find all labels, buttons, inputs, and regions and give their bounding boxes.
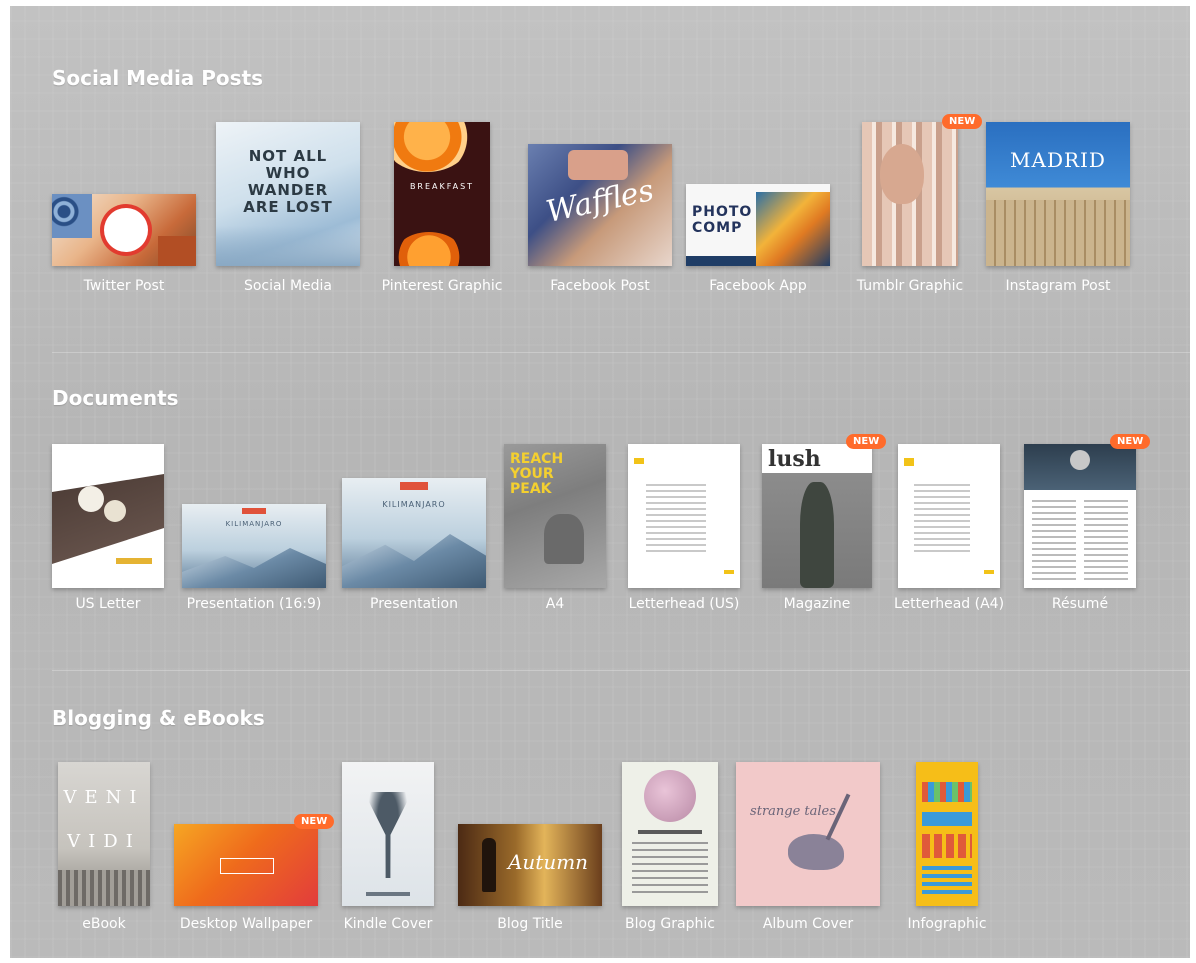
instagram-post-thumbnail: MADRID xyxy=(986,122,1130,266)
ebook-label: eBook xyxy=(82,916,126,932)
social-media-label: Social Media xyxy=(243,278,332,294)
facebook-app-label: Facebook App xyxy=(709,278,807,294)
social-media-thumb-text: NOT ALL WHO WANDER ARE LOST xyxy=(243,147,333,216)
desktop-wallpaper-thumbnail xyxy=(174,824,318,906)
desktop-wallpaper-label: Desktop Wallpaper xyxy=(179,916,313,932)
blog-title-label: Blog Title xyxy=(497,916,563,932)
presentation-16-9-thumb-text: KILIMANJARO xyxy=(225,520,283,528)
presentation-label: Presentation xyxy=(370,596,458,612)
resume-thumbnail xyxy=(1024,444,1136,588)
presentation-16-9-label: Presentation (16:9) xyxy=(186,596,322,612)
presentation-16-9-thumbnail: KILIMANJARO xyxy=(182,504,326,588)
instagram-post-thumb-text: MADRID xyxy=(1010,148,1106,172)
blog-title-thumb-text: Autumn xyxy=(507,850,589,874)
facebook-post-thumb-text: Waffles xyxy=(543,173,657,230)
blog-title-thumbnail: Autumn xyxy=(458,824,602,906)
facebook-app-thumbnail: PHOTO COMP xyxy=(686,184,830,266)
instagram-post-label: Instagram Post xyxy=(1005,278,1111,294)
pinterest-graphic-label: Pinterest Graphic xyxy=(381,278,503,294)
resume-new-badge: NEW xyxy=(1110,434,1151,449)
infographic-label: Infographic xyxy=(907,916,987,932)
resume-label: Résumé xyxy=(1051,596,1109,612)
a4-thumbnail: REACH YOUR PEAK xyxy=(504,444,606,588)
desktop-wallpaper-new-badge: NEW xyxy=(294,814,335,829)
blog-graphic-label: Blog Graphic xyxy=(625,916,715,932)
us-letter-thumbnail xyxy=(52,444,164,588)
section-divider xyxy=(52,352,1190,353)
section-title-social-media-posts: Social Media Posts xyxy=(52,66,264,90)
album-cover-thumbnail: strange tales xyxy=(736,762,880,906)
facebook-post-label: Facebook Post xyxy=(550,278,650,294)
section-title-documents: Documents xyxy=(52,386,179,410)
facebook-app-thumb-text: PHOTO COMP xyxy=(692,204,753,236)
design-type-gallery: Social Media Posts Twitter Post NOT ALL … xyxy=(10,6,1190,958)
a4-thumb-text: REACH YOUR PEAK xyxy=(510,451,564,497)
twitter-post-thumbnail xyxy=(52,194,196,266)
tumblr-graphic-label: Tumblr Graphic xyxy=(856,278,964,294)
magazine-new-badge: NEW xyxy=(846,434,887,449)
us-letter-label: US Letter xyxy=(75,596,141,612)
pinterest-graphic-thumb-text: BREAKFAST xyxy=(409,182,475,191)
presentation-thumbnail: KILIMANJARO xyxy=(342,478,486,588)
twitter-post-label: Twitter Post xyxy=(83,278,165,294)
magazine-thumbnail: lush xyxy=(762,444,872,588)
kindle-cover-thumbnail xyxy=(342,762,434,906)
blog-graphic-thumbnail xyxy=(622,762,718,906)
tumblr-graphic-thumbnail xyxy=(862,122,958,266)
pinterest-graphic-thumbnail: BREAKFAST xyxy=(394,122,490,266)
section-divider xyxy=(52,670,1190,671)
letterhead-us-thumbnail xyxy=(628,444,740,588)
facebook-post-thumbnail: Waffles xyxy=(528,144,672,266)
ebook-thumb-text: VENI VIDI xyxy=(63,787,145,852)
letterhead-a4-thumbnail xyxy=(898,444,1000,588)
ebook-thumbnail: VENI VIDI xyxy=(58,762,150,906)
tumblr-graphic-new-badge: NEW xyxy=(942,114,983,129)
presentation-thumb-text: KILIMANJARO xyxy=(382,500,446,509)
album-cover-label: Album Cover xyxy=(762,916,854,932)
section-title-blogging-ebooks: Blogging & eBooks xyxy=(52,706,265,730)
social-media-thumbnail: NOT ALL WHO WANDER ARE LOST xyxy=(216,122,360,266)
album-cover-thumb-text: strange tales xyxy=(750,804,836,819)
kindle-cover-label: Kindle Cover xyxy=(343,916,433,932)
infographic-thumbnail xyxy=(916,762,978,906)
magazine-thumb-text: lush xyxy=(768,446,821,472)
